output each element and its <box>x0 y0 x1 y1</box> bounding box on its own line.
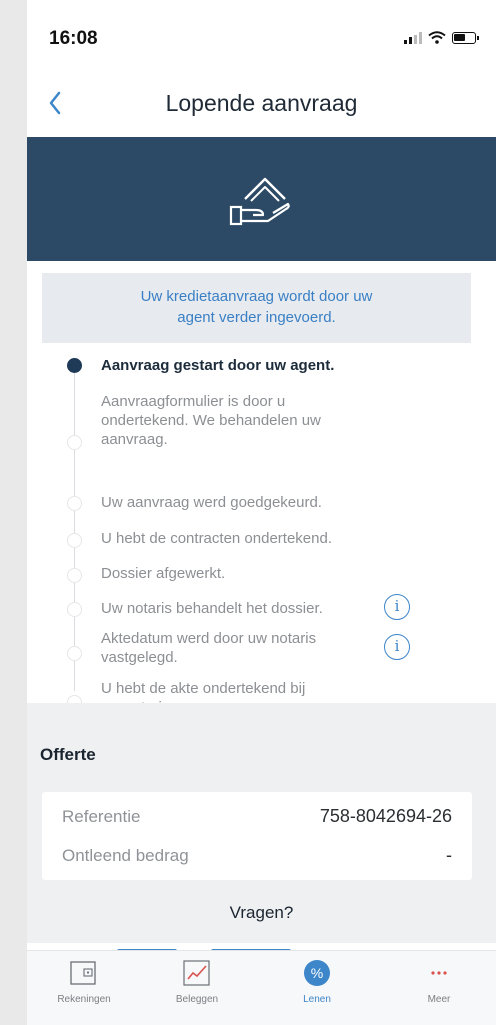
tab-label: Rekeningen <box>57 994 111 1005</box>
step-label: Aanvraag gestart door uw agent. <box>101 357 335 374</box>
chart-icon <box>182 959 212 987</box>
tab-meer[interactable]: Meer <box>394 959 484 1005</box>
step-label: Dossier afgewerkt. <box>101 565 226 582</box>
step-dot <box>67 602 82 617</box>
reference-value: 758-8042694-26 <box>319 806 452 826</box>
tab-beleggen[interactable]: Beleggen <box>152 959 242 1005</box>
tab-label: Beleggen <box>175 994 219 1005</box>
hero-banner <box>27 137 496 261</box>
info-icon: i <box>394 597 400 615</box>
battery-icon <box>452 31 479 44</box>
status-bar: 16:08 <box>27 0 496 70</box>
offer-title: Offerte <box>40 745 96 764</box>
offer-card: Referentie 758-8042694-26 Ontleend bedra… <box>42 792 472 880</box>
reference-label: Referentie <box>62 807 141 826</box>
wallet-icon <box>69 959 99 987</box>
tab-bar: Rekeningen Beleggen % Lenen Meer <box>27 950 496 1025</box>
tab-lenen[interactable]: % Lenen <box>272 959 362 1005</box>
step-dot <box>67 568 82 583</box>
questions-links-clipped <box>117 940 417 950</box>
notice-line-1: Uw kredietaanvraag wordt door uw <box>140 288 373 305</box>
tab-label: Lenen <box>303 994 331 1005</box>
notice-line-2: agent verder ingevoerd. <box>177 309 336 326</box>
signal-icon <box>404 31 422 44</box>
wifi-icon <box>428 31 446 44</box>
timeline-line <box>74 367 75 691</box>
info-icon: i <box>394 637 400 655</box>
step-dot <box>67 496 82 511</box>
step-label: Uw notaris behandelt het dossier. <box>101 600 323 617</box>
info-button[interactable]: i <box>384 594 410 620</box>
step-label: Aanvraagformulier is door u ondertekend.… <box>101 393 321 448</box>
loan-amount-label: Ontleend bedrag <box>62 846 189 865</box>
step-dot-active <box>67 358 82 373</box>
step-dot <box>67 533 82 548</box>
step-label: Aktedatum werd door uw notaris vastgeleg… <box>101 630 317 666</box>
step-dot <box>67 435 82 450</box>
house-in-hand-icon <box>229 177 290 226</box>
info-button[interactable]: i <box>384 634 410 660</box>
step-label: Uw aanvraag werd goedgekeurd. <box>101 494 322 511</box>
tab-label: Meer <box>427 994 451 1005</box>
app-screen: 16:08 Lopende aanvraag Uw kredietaanvraa… <box>27 0 496 1025</box>
svg-text:%: % <box>311 965 323 981</box>
step-dot <box>67 646 82 661</box>
status-notice: Uw kredietaanvraag wordt door uw agent v… <box>42 273 471 343</box>
percent-icon: % <box>302 959 332 987</box>
questions-title: Vragen? <box>229 903 294 922</box>
status-time: 16:08 <box>49 28 98 49</box>
step-label: U hebt de contracten ondertekend. <box>101 530 332 547</box>
loan-amount-value: - <box>446 845 452 865</box>
page-title: Lopende aanvraag <box>165 90 358 116</box>
more-dots-icon <box>424 959 454 987</box>
nav-bar: Lopende aanvraag <box>27 78 496 130</box>
status-icons <box>404 31 479 44</box>
tab-rekeningen[interactable]: Rekeningen <box>39 959 129 1005</box>
